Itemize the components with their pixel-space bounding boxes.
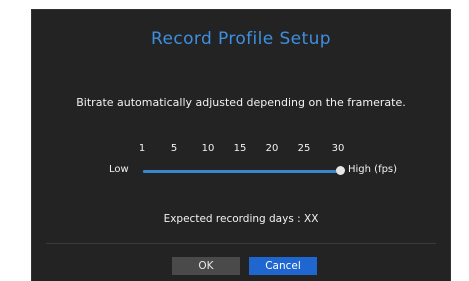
fps-tick-30: 30 bbox=[331, 143, 345, 154]
cancel-button[interactable]: Cancel bbox=[249, 257, 317, 275]
bitrate-message: Bitrate automatically adjusted depending… bbox=[76, 96, 406, 109]
slider-low-label: Low bbox=[109, 164, 129, 175]
framerate-slider-track[interactable] bbox=[143, 170, 341, 173]
fps-tick-5: 5 bbox=[170, 143, 178, 154]
slider-high-label: High (fps) bbox=[348, 164, 398, 175]
expected-recording-days: Expected recording days : XX bbox=[163, 213, 319, 225]
fps-tick-25: 25 bbox=[297, 143, 311, 154]
fps-tick-10: 10 bbox=[201, 143, 215, 154]
fps-tick-20: 20 bbox=[265, 143, 279, 154]
button-divider bbox=[46, 243, 436, 244]
fps-tick-15: 15 bbox=[233, 143, 247, 154]
framerate-slider-handle[interactable] bbox=[336, 166, 345, 175]
ok-button[interactable]: OK bbox=[172, 257, 240, 275]
fps-tick-1: 1 bbox=[138, 143, 146, 154]
record-profile-dialog: Record Profile Setup Bitrate automatical… bbox=[31, 9, 451, 281]
dialog-title: Record Profile Setup bbox=[151, 29, 331, 49]
